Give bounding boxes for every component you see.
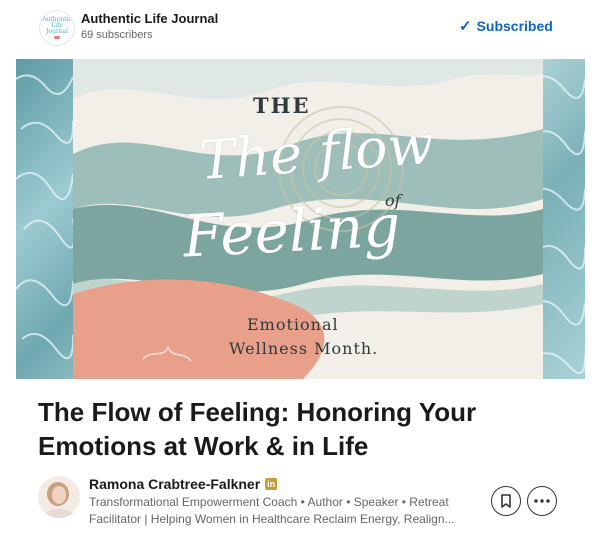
cover-subtitle-line2: Wellness Month. [229, 339, 379, 358]
more-horizontal-icon [534, 499, 550, 503]
author-headline-line1: Transformational Empowerment Coach • Aut… [89, 495, 449, 509]
logo-lips-icon [54, 36, 60, 39]
publication-logo[interactable]: Authentic Life Journal [39, 10, 75, 46]
author-avatar[interactable] [38, 476, 80, 518]
author-headline-line2: Facilitator | Helping Women in Healthcar… [89, 512, 455, 526]
subscribed-label: Subscribed [476, 18, 553, 34]
article-title[interactable]: The Flow of Feeling: Honoring Your Emoti… [38, 395, 578, 463]
article-cover-image[interactable]: THE The flow of Feeling Emotional Wellne… [16, 59, 585, 379]
more-options-button[interactable] [527, 486, 557, 516]
book-cover: THE The flow of Feeling Emotional Wellne… [73, 59, 543, 379]
bookmark-icon [501, 494, 511, 508]
cover-script-line2: Feeling [181, 191, 402, 271]
publication-header: Authentic Life Journal Authentic Life Jo… [0, 0, 614, 58]
author-name-text: Ramona Crabtree-Falkner [89, 476, 261, 492]
cover-the-text: THE [253, 93, 311, 118]
linkedin-badge-icon: in [265, 478, 278, 490]
check-icon: ✓ [459, 18, 472, 35]
logo-text-line: Journal [45, 28, 69, 35]
cover-subtitle-line1: Emotional [247, 315, 339, 334]
save-button[interactable] [491, 486, 521, 516]
subscriber-count: 69 subscribers [81, 29, 153, 41]
subscribed-button[interactable]: ✓ Subscribed [459, 17, 553, 35]
author-name[interactable]: Ramona Crabtree-Falkner in [89, 476, 278, 492]
avatar-photo [38, 476, 80, 518]
publication-name[interactable]: Authentic Life Journal [81, 11, 218, 26]
